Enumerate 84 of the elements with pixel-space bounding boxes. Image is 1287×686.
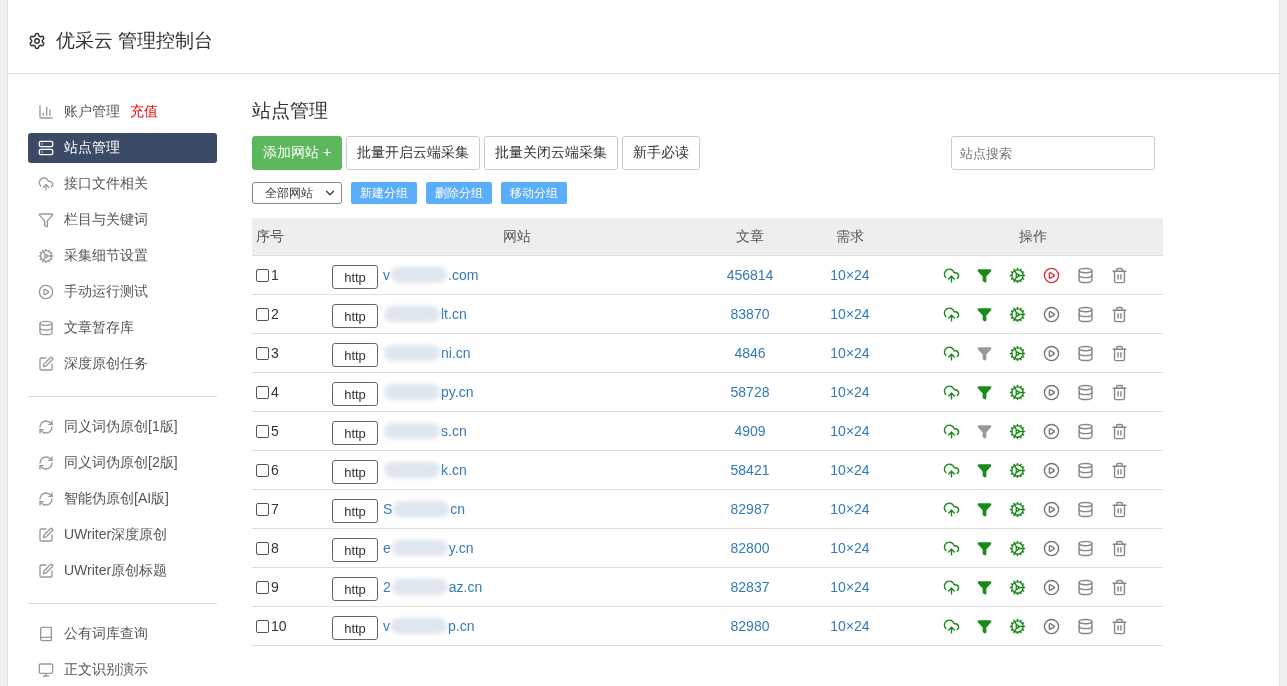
row-number: 10 bbox=[271, 618, 287, 634]
action-button[interactable]: 批量开启云端采集 bbox=[346, 136, 481, 170]
sidebar-label: 站点管理 bbox=[64, 139, 120, 157]
row-number: 9 bbox=[271, 579, 279, 595]
sidebar-label: 同义词伪原创[2版] bbox=[64, 454, 178, 472]
row-number: 4 bbox=[271, 384, 279, 400]
sidebar-label: 文章暂存库 bbox=[64, 319, 134, 337]
demand-link[interactable]: 10×24 bbox=[798, 306, 902, 322]
row-number: 6 bbox=[271, 462, 279, 478]
column-header: 序号 bbox=[255, 227, 285, 246]
sidebar-label: 栏目与关键词 bbox=[64, 211, 148, 229]
sidebar-label: 同义词伪原创[1版] bbox=[64, 418, 178, 436]
app-title: 优采云 管理控制台 bbox=[56, 29, 214, 53]
sidebar-label: 账户管理 bbox=[64, 103, 120, 121]
action-button[interactable]: 批量关闭云端采集 bbox=[484, 136, 619, 170]
sidebar-item[interactable]: 栏目与关键词 bbox=[28, 205, 217, 235]
row-number: 8 bbox=[271, 540, 279, 556]
column-header: 操作 bbox=[1017, 227, 1048, 246]
sidebar-label: 智能伪原创[AI版] bbox=[64, 490, 169, 508]
article-count[interactable]: 58728 bbox=[702, 384, 798, 400]
sidebar-item[interactable]: UWriter原创标题 bbox=[28, 556, 217, 586]
scheme-button[interactable]: http bbox=[332, 577, 378, 601]
sidebar-item[interactable]: 同义词伪原创[1版] bbox=[28, 412, 217, 442]
scheme-button[interactable]: http bbox=[332, 421, 378, 445]
row-number: 2 bbox=[271, 306, 279, 322]
recharge-link[interactable]: 充值 bbox=[130, 103, 158, 121]
sidebar-item[interactable]: UWriter深度原创 bbox=[28, 520, 217, 550]
article-count[interactable]: 456814 bbox=[702, 267, 798, 283]
sidebar-item[interactable]: 文章暂存库 bbox=[28, 313, 217, 343]
sidebar-item[interactable]: 智能伪原创[AI版] bbox=[28, 484, 217, 514]
article-count[interactable]: 58421 bbox=[702, 462, 798, 478]
sidebar-label: UWriter原创标题 bbox=[64, 562, 168, 580]
row-number: 1 bbox=[271, 267, 279, 283]
action-button[interactable]: 添加网站 + bbox=[252, 136, 343, 170]
scheme-button[interactable]: http bbox=[332, 382, 378, 406]
article-count[interactable]: 4909 bbox=[702, 423, 798, 439]
sidebar-label: UWriter深度原创 bbox=[64, 526, 168, 544]
column-header: 文章 bbox=[735, 227, 765, 246]
demand-link[interactable]: 10×24 bbox=[798, 345, 902, 361]
search-field[interactable]: 站点搜索 bbox=[951, 136, 1155, 170]
sidebar-item[interactable]: 采集细节设置 bbox=[28, 241, 217, 271]
sidebar-item[interactable]: 公有词库查询 bbox=[28, 619, 217, 649]
demand-link[interactable]: 10×24 bbox=[798, 462, 902, 478]
sidebar-label: 正文识别演示 bbox=[64, 661, 148, 679]
scheme-button[interactable]: http bbox=[332, 304, 378, 328]
sidebar-label: 采集细节设置 bbox=[64, 247, 148, 265]
article-count[interactable]: 82980 bbox=[702, 618, 798, 634]
column-header: 需求 bbox=[835, 227, 865, 246]
scheme-button[interactable]: http bbox=[332, 538, 378, 562]
demand-link[interactable]: 10×24 bbox=[798, 384, 902, 400]
sidebar-item[interactable]: 深度原创任务 bbox=[28, 349, 217, 379]
demand-link[interactable]: 10×24 bbox=[798, 423, 902, 439]
sidebar-label: 手动运行测试 bbox=[64, 283, 148, 301]
row-number: 3 bbox=[271, 345, 279, 361]
article-count[interactable]: 82800 bbox=[702, 540, 798, 556]
article-count[interactable]: 82987 bbox=[702, 501, 798, 517]
demand-link[interactable]: 10×24 bbox=[798, 267, 902, 283]
scheme-button[interactable]: http bbox=[332, 499, 378, 523]
sidebar-item[interactable]: 接口文件相关 bbox=[28, 169, 217, 199]
sidebar-item[interactable]: 账户管理 充值 bbox=[28, 97, 217, 127]
row-number: 7 bbox=[271, 501, 279, 517]
scheme-button[interactable]: http bbox=[332, 343, 378, 367]
scheme-button[interactable]: http bbox=[332, 265, 378, 289]
page-heading: 站点管理 bbox=[252, 99, 329, 123]
scheme-button[interactable]: http bbox=[332, 460, 378, 484]
sidebar-item[interactable]: 正文识别演示 bbox=[28, 655, 217, 685]
action-button[interactable]: 新手必读 bbox=[622, 136, 701, 170]
row-number: 5 bbox=[271, 423, 279, 439]
sidebar-item[interactable]: 站点管理 bbox=[28, 133, 217, 163]
sidebar-label: 深度原创任务 bbox=[64, 355, 148, 373]
article-count[interactable]: 83870 bbox=[702, 306, 798, 322]
scheme-button[interactable]: http bbox=[332, 616, 378, 640]
sidebar-item[interactable]: 同义词伪原创[2版] bbox=[28, 448, 217, 478]
column-header: 网站 bbox=[502, 227, 532, 246]
article-count[interactable]: 82837 bbox=[702, 579, 798, 595]
article-count[interactable]: 4846 bbox=[702, 345, 798, 361]
sidebar-label: 接口文件相关 bbox=[64, 175, 148, 193]
demand-link[interactable]: 10×24 bbox=[798, 540, 902, 556]
sidebar-label: 公有词库查询 bbox=[64, 625, 148, 643]
demand-link[interactable]: 10×24 bbox=[798, 501, 902, 517]
demand-link[interactable]: 10×24 bbox=[798, 618, 902, 634]
demand-link[interactable]: 10×24 bbox=[798, 579, 902, 595]
group-select[interactable]: 全部网站 bbox=[252, 182, 342, 204]
sidebar-item[interactable]: 手动运行测试 bbox=[28, 277, 217, 307]
